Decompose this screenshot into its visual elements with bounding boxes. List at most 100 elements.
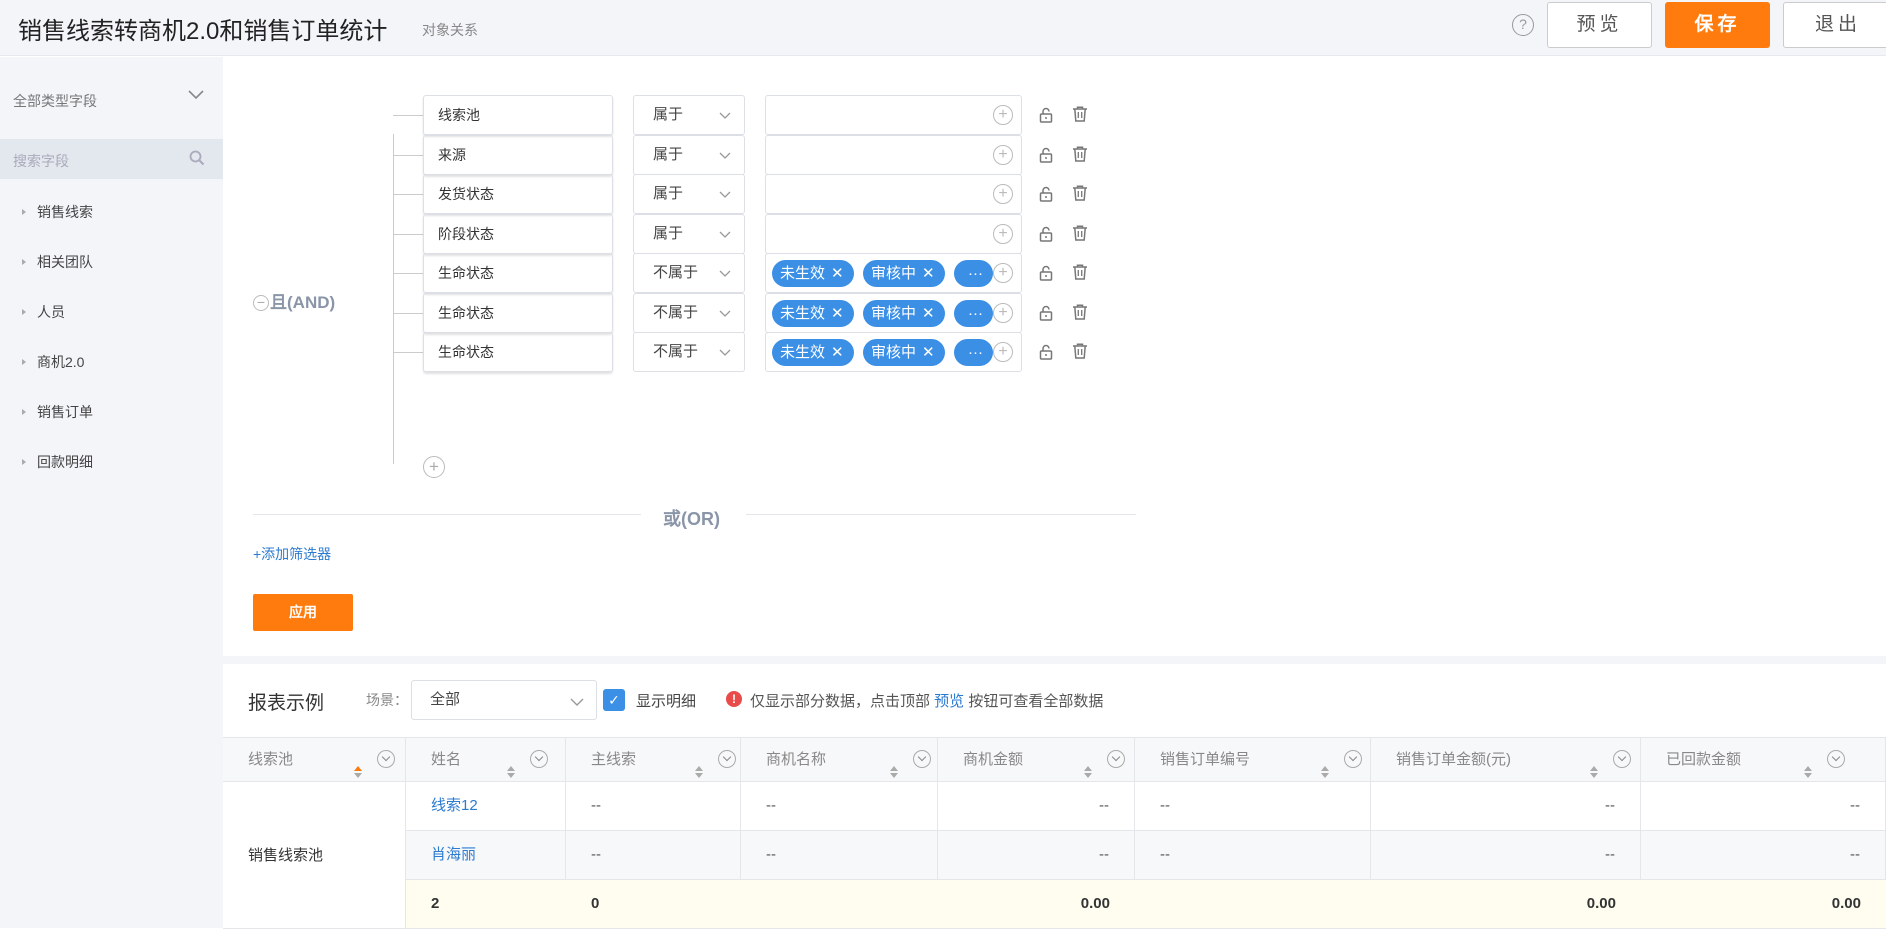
column-header[interactable]: 已回款金额: [1641, 738, 1886, 782]
column-menu-icon[interactable]: [718, 750, 736, 768]
value-tag[interactable]: 审核中 ✕: [863, 260, 945, 287]
condition-field[interactable]: 线索池: [423, 95, 613, 135]
operator-select[interactable]: 属于: [633, 95, 745, 135]
value-tag[interactable]: ···: [954, 260, 993, 287]
lock-icon[interactable]: [1038, 107, 1054, 126]
exit-button[interactable]: 退出: [1783, 2, 1886, 48]
sidebar-item-personnel[interactable]: 人员: [0, 290, 223, 340]
condition-field[interactable]: 发货状态: [423, 174, 613, 214]
value-tag[interactable]: 未生效 ✕: [772, 260, 854, 287]
add-value-icon[interactable]: +: [993, 145, 1013, 165]
expand-arrow-icon[interactable]: [22, 409, 26, 415]
add-value-icon[interactable]: +: [993, 184, 1013, 204]
field-search-input[interactable]: 搜索字段: [0, 139, 223, 179]
show-detail-checkbox[interactable]: ✓: [603, 689, 625, 711]
column-menu-icon[interactable]: [377, 750, 395, 768]
column-header[interactable]: 姓名: [406, 738, 566, 782]
operator-select[interactable]: 不属于: [633, 332, 745, 372]
expand-arrow-icon[interactable]: [22, 259, 26, 265]
value-tag[interactable]: 未生效 ✕: [772, 300, 854, 327]
add-value-icon[interactable]: +: [993, 224, 1013, 244]
sidebar-item-sales-lead[interactable]: 销售线索: [0, 190, 223, 240]
lock-icon[interactable]: [1038, 265, 1054, 284]
expand-arrow-icon[interactable]: [22, 359, 26, 365]
column-header[interactable]: 销售订单编号: [1135, 738, 1371, 782]
expand-arrow-icon[interactable]: [22, 309, 26, 315]
collapse-minus-icon[interactable]: −: [253, 295, 269, 311]
remove-tag-icon[interactable]: ✕: [922, 344, 935, 361]
lock-icon[interactable]: [1038, 344, 1054, 363]
value-tag[interactable]: ···: [954, 300, 993, 327]
column-header[interactable]: 线索池: [223, 738, 406, 782]
preview-button[interactable]: 预览: [1547, 2, 1652, 48]
value-tag[interactable]: ···: [954, 339, 993, 366]
column-menu-icon[interactable]: [530, 750, 548, 768]
column-menu-icon[interactable]: [913, 750, 931, 768]
search-icon[interactable]: [189, 150, 205, 169]
sort-icon[interactable]: [1589, 753, 1599, 778]
expand-arrow-icon[interactable]: [22, 459, 26, 465]
sidebar-item-sales-order[interactable]: 销售订单: [0, 390, 223, 440]
lock-icon[interactable]: [1038, 186, 1054, 205]
page-subtitle[interactable]: 对象关系: [422, 20, 478, 40]
lock-icon[interactable]: [1038, 147, 1054, 166]
column-header[interactable]: 商机金额: [938, 738, 1135, 782]
delete-icon[interactable]: [1071, 263, 1089, 284]
table-cell[interactable]: 线索12: [406, 782, 566, 830]
sort-icon[interactable]: [694, 753, 704, 778]
delete-icon[interactable]: [1071, 105, 1089, 126]
value-tag[interactable]: 未生效 ✕: [772, 339, 854, 366]
delete-icon[interactable]: [1071, 224, 1089, 245]
sort-icon[interactable]: [506, 753, 516, 778]
sidebar-item-payment-detail[interactable]: 回款明细: [0, 440, 223, 490]
expand-arrow-icon[interactable]: [22, 209, 26, 215]
show-detail-label[interactable]: 显示明细: [636, 690, 696, 711]
add-value-icon[interactable]: +: [993, 303, 1013, 323]
delete-icon[interactable]: [1071, 184, 1089, 205]
field-type-select[interactable]: 全部类型字段: [13, 90, 204, 111]
delete-icon[interactable]: [1071, 342, 1089, 363]
column-menu-icon[interactable]: [1344, 750, 1362, 768]
sort-icon[interactable]: [1083, 753, 1093, 778]
column-menu-icon[interactable]: [1827, 750, 1845, 768]
notice-preview-link[interactable]: 预览: [934, 693, 964, 710]
lock-icon[interactable]: [1038, 305, 1054, 324]
record-link[interactable]: 线索12: [431, 797, 478, 814]
condition-value-input[interactable]: 未生效 ✕ 审核中 ✕ ··· +: [765, 332, 1022, 372]
apply-button[interactable]: 应用: [253, 594, 353, 631]
remove-tag-icon[interactable]: ✕: [922, 265, 935, 282]
remove-tag-icon[interactable]: ✕: [831, 265, 844, 282]
sidebar-item-related-team[interactable]: 相关团队: [0, 240, 223, 290]
condition-field[interactable]: 生命状态: [423, 332, 613, 372]
value-tag[interactable]: 审核中 ✕: [863, 300, 945, 327]
condition-value-input[interactable]: +: [765, 135, 1022, 175]
condition-field[interactable]: 生命状态: [423, 253, 613, 293]
sort-icon[interactable]: [353, 753, 363, 778]
add-value-icon[interactable]: +: [993, 263, 1013, 283]
condition-value-input[interactable]: +: [765, 174, 1022, 214]
lock-icon[interactable]: [1038, 226, 1054, 245]
add-value-icon[interactable]: +: [993, 342, 1013, 362]
condition-value-input[interactable]: +: [765, 95, 1022, 135]
save-button[interactable]: 保存: [1665, 2, 1770, 48]
operator-select[interactable]: 属于: [633, 135, 745, 175]
column-menu-icon[interactable]: [1613, 750, 1631, 768]
condition-field[interactable]: 阶段状态: [423, 214, 613, 254]
add-filter-link[interactable]: +添加筛选器: [253, 544, 331, 564]
column-header[interactable]: 商机名称: [741, 738, 938, 782]
scene-select[interactable]: 全部: [411, 680, 597, 720]
add-condition-icon[interactable]: +: [423, 456, 445, 478]
sort-icon[interactable]: [889, 753, 899, 778]
condition-value-input[interactable]: +: [765, 214, 1022, 254]
delete-icon[interactable]: [1071, 303, 1089, 324]
condition-field[interactable]: 来源: [423, 135, 613, 175]
remove-tag-icon[interactable]: ✕: [831, 305, 844, 322]
condition-value-input[interactable]: 未生效 ✕ 审核中 ✕ ··· +: [765, 293, 1022, 333]
table-cell[interactable]: 肖海丽: [406, 831, 566, 879]
sort-icon[interactable]: [1320, 753, 1330, 778]
add-value-icon[interactable]: +: [993, 105, 1013, 125]
value-tag[interactable]: 审核中 ✕: [863, 339, 945, 366]
operator-select[interactable]: 不属于: [633, 293, 745, 333]
column-header[interactable]: 销售订单金额(元): [1371, 738, 1641, 782]
help-icon[interactable]: ?: [1512, 14, 1534, 36]
